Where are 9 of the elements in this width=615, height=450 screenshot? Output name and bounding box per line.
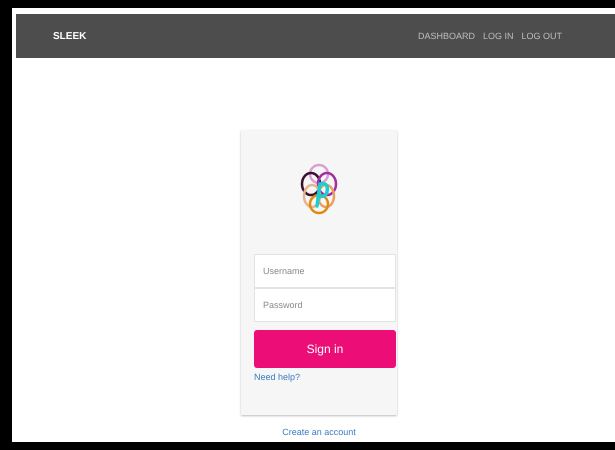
password-field[interactable]: Password xyxy=(254,288,396,322)
nav-link[interactable]: LOG OUT xyxy=(521,31,562,41)
need-help-link[interactable]: Need help? xyxy=(254,372,300,382)
nav-link[interactable]: DASHBOARD xyxy=(418,31,475,41)
brand-logo[interactable]: SLEEK xyxy=(53,30,86,42)
create-account-link[interactable]: Create an account xyxy=(282,427,356,437)
username-field[interactable]: Username xyxy=(254,254,396,288)
nav-link[interactable]: LOG IN xyxy=(482,31,514,41)
sign-in-button[interactable]: Sign in xyxy=(254,330,396,368)
